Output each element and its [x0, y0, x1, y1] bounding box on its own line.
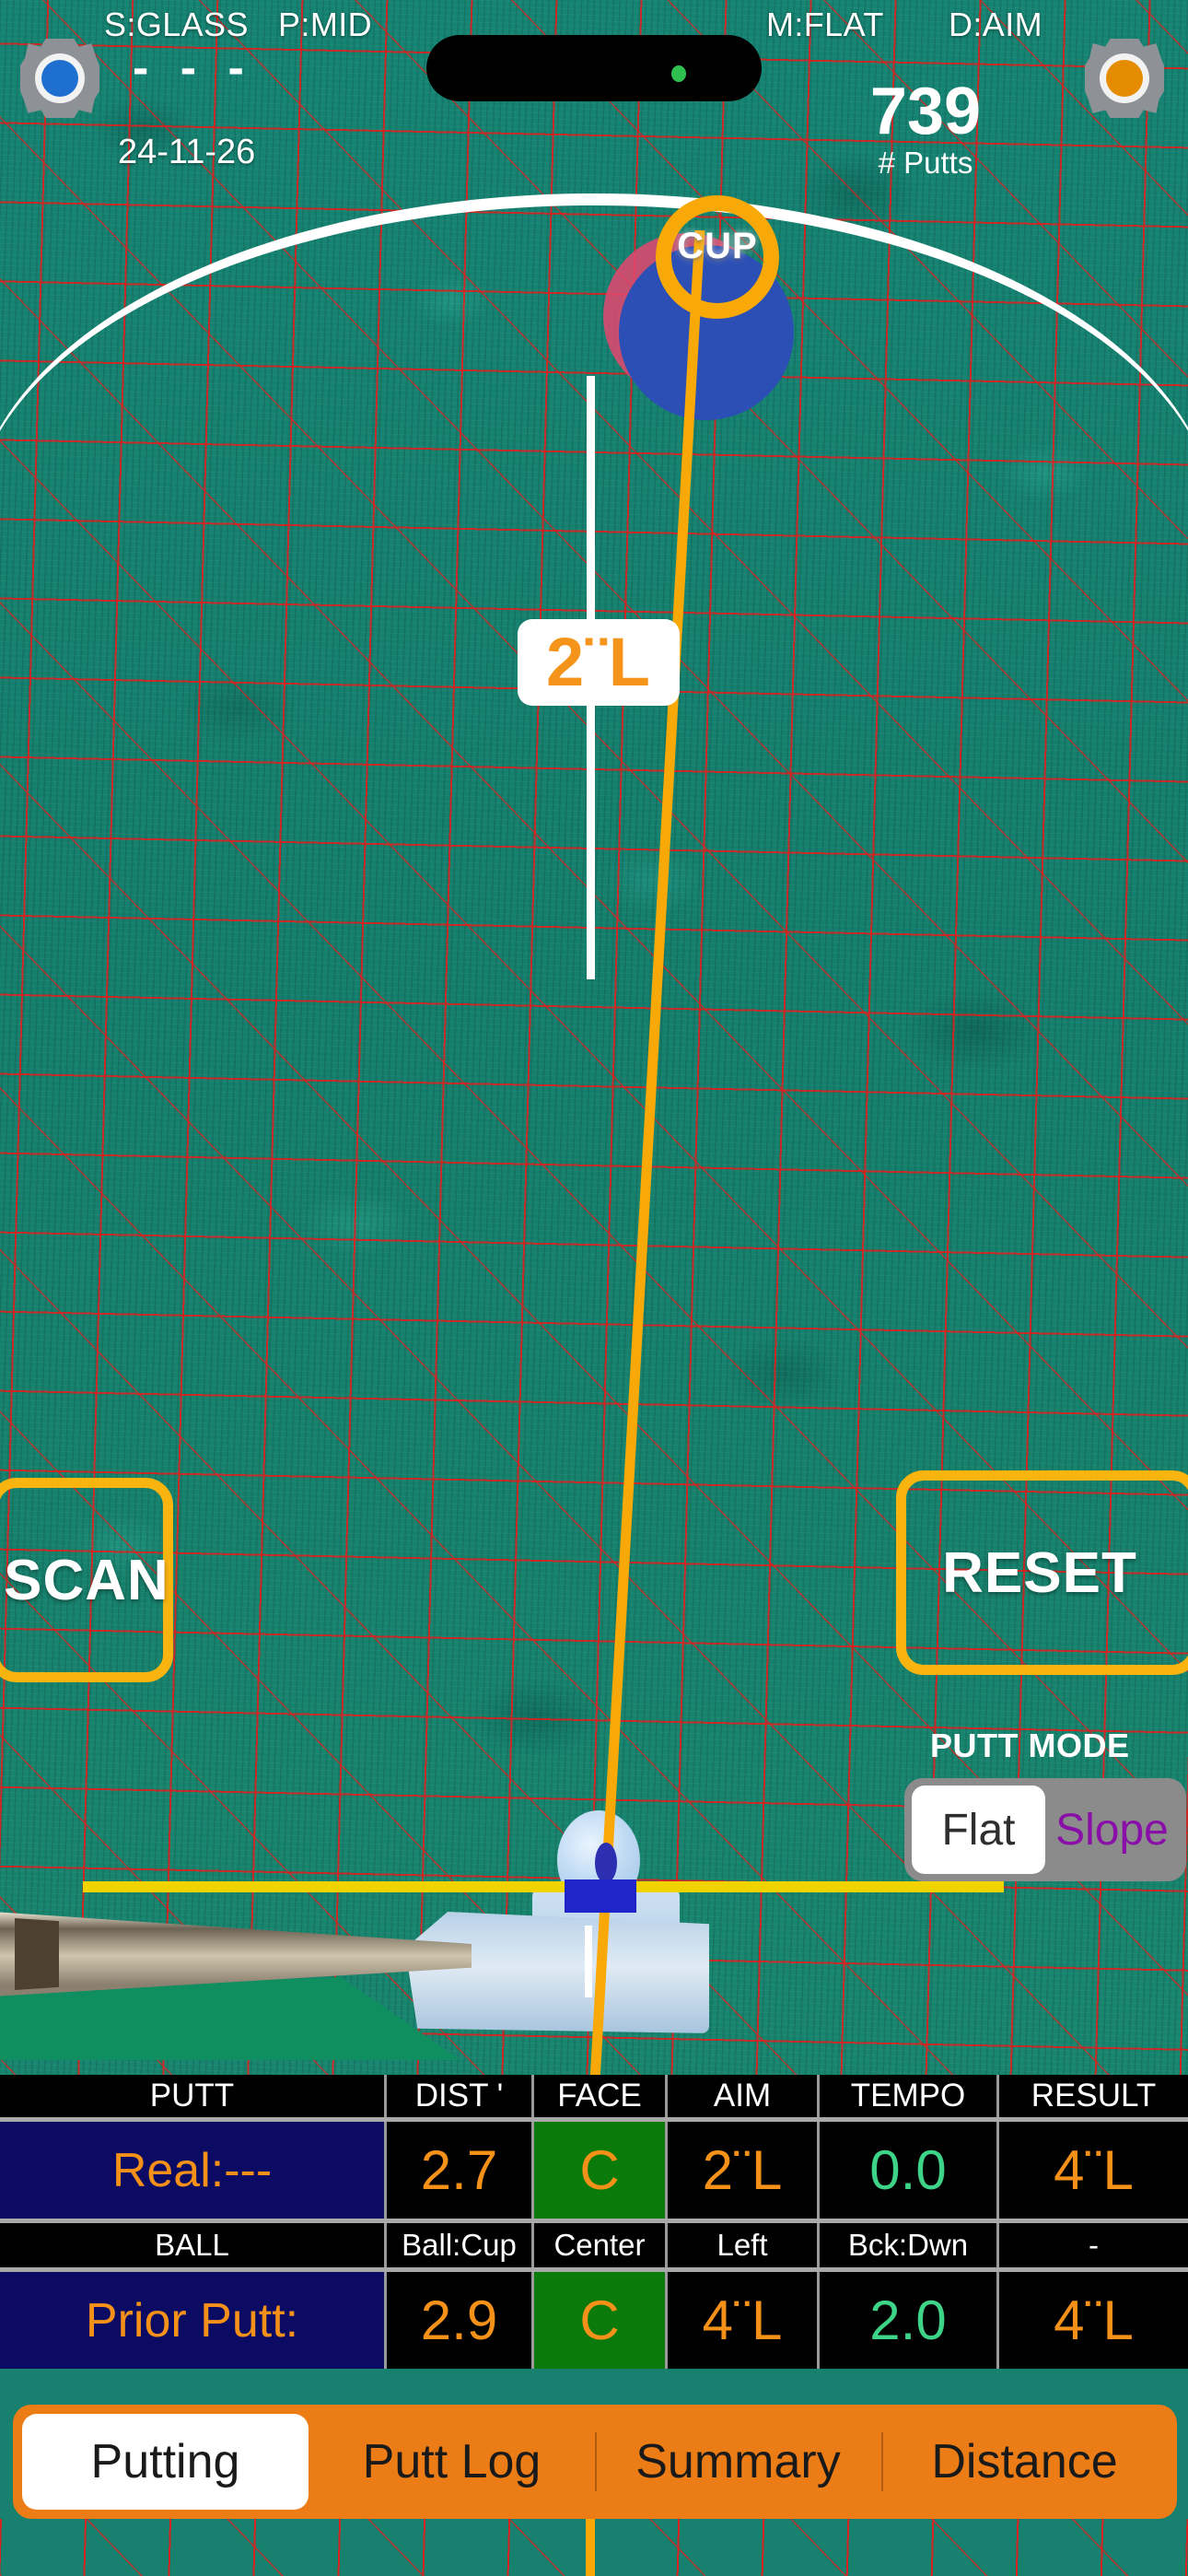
row0-result: 4¨L: [999, 2122, 1188, 2219]
face-alignment-line: [83, 1881, 1004, 1892]
th-dist: DIST ': [387, 2075, 534, 2117]
row0-face: C: [534, 2122, 668, 2219]
tab-putting-label: Putting: [90, 2435, 240, 2488]
last-putt-placeholder: - - -: [133, 41, 253, 95]
row1-result: 4¨L: [999, 2272, 1188, 2369]
settings-gear-right-button[interactable]: [1085, 39, 1164, 118]
break-amount-badge: 2¨L: [518, 619, 680, 706]
th-aim: AIM: [668, 2075, 820, 2117]
bottom-aim-line: [586, 2519, 595, 2576]
putt-mode-option-flat[interactable]: Flat: [912, 1786, 1045, 1874]
tab-distance-label: Distance: [931, 2435, 1118, 2488]
sub-ball: BALL: [0, 2223, 387, 2267]
gear-core-blue: [41, 60, 78, 97]
putt-mode-label: PUTT MODE: [930, 1727, 1130, 1764]
sub-bckdwn: Bck:Dwn: [820, 2223, 999, 2267]
row1-aim: 4¨L: [668, 2272, 820, 2369]
putt-mode-option-slope[interactable]: Slope: [1045, 1786, 1179, 1874]
th-result: RESULT: [999, 2075, 1188, 2117]
tab-putting[interactable]: Putting: [22, 2414, 309, 2510]
tab-distance[interactable]: Distance: [881, 2414, 1168, 2510]
bottom-green-strip: [0, 2519, 1188, 2576]
scan-button[interactable]: SCAN: [0, 1478, 173, 1682]
putt-mode-segmented-control[interactable]: Flat Slope: [904, 1778, 1186, 1881]
th-face: FACE: [534, 2075, 668, 2117]
tab-summary[interactable]: Summary: [595, 2414, 881, 2510]
th-putt: PUTT: [0, 2075, 387, 2117]
camera-indicator-dot: [671, 65, 686, 82]
dynamic-island: [426, 35, 762, 101]
table-row[interactable]: Real:--- 2.7 C 2¨L 0.0 4¨L: [0, 2122, 1188, 2219]
face-angle-marker: [565, 1879, 636, 1913]
bottom-tab-bar: Putting Putt Log Summary Distance: [13, 2405, 1177, 2519]
ball-center-dot: [595, 1843, 617, 1883]
row1-tempo: 2.0: [820, 2272, 999, 2369]
row0-label: Real:---: [0, 2122, 387, 2219]
sub-center: Center: [534, 2223, 668, 2267]
row0-aim: 2¨L: [668, 2122, 820, 2219]
app-screen: CUP 2¨L S:GLASS P:MID M:FLAT D:AIM - - -…: [0, 0, 1188, 2576]
settings-gear-left-button[interactable]: [20, 39, 99, 118]
putts-count: 739: [869, 75, 982, 148]
table-subheader-row: BALL Ball:Cup Center Left Bck:Dwn -: [0, 2223, 1188, 2267]
session-date: 24-11-26: [118, 133, 256, 171]
table-row[interactable]: Prior Putt: 2.9 C 4¨L 2.0 4¨L: [0, 2272, 1188, 2369]
row1-label: Prior Putt:: [0, 2272, 387, 2369]
ball-vertical-tick: [585, 1926, 592, 1997]
gear-core-orange: [1106, 60, 1143, 97]
tab-putt-log[interactable]: Putt Log: [309, 2414, 595, 2510]
reset-button[interactable]: RESET: [896, 1470, 1188, 1675]
cup-label: CUP: [677, 226, 758, 266]
sub-dash: -: [999, 2223, 1188, 2267]
putts-label: # Putts: [878, 146, 973, 180]
putt-data-table: PUTT DIST ' FACE AIM TEMPO RESULT Real:-…: [0, 2075, 1188, 2369]
sub-ballcup: Ball:Cup: [387, 2223, 534, 2267]
row1-dist: 2.9: [387, 2272, 534, 2369]
sub-left: Left: [668, 2223, 820, 2267]
row0-tempo: 0.0: [820, 2122, 999, 2219]
table-header-row: PUTT DIST ' FACE AIM TEMPO RESULT: [0, 2075, 1188, 2117]
tab-summary-label: Summary: [635, 2435, 841, 2488]
tab-putt-log-label: Putt Log: [362, 2435, 542, 2488]
putter-shaft-band: [15, 1918, 59, 1990]
th-tempo: TEMPO: [820, 2075, 999, 2117]
row0-dist: 2.7: [387, 2122, 534, 2219]
row1-face: C: [534, 2272, 668, 2369]
